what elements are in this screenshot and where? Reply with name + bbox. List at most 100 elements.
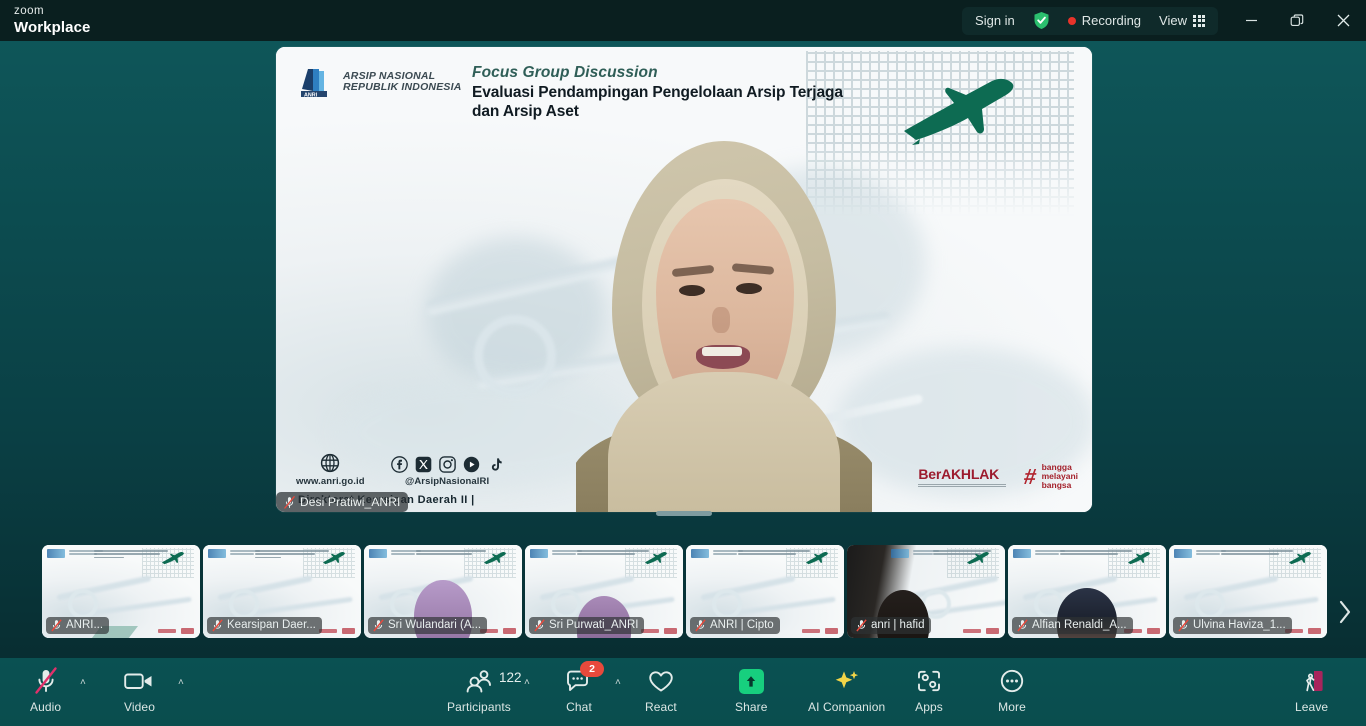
- recording-dot-icon: [1067, 16, 1076, 25]
- leave-button[interactable]: Leave: [1295, 666, 1328, 714]
- slide-website-block: www.anri.go.id: [296, 453, 365, 487]
- minimize-button[interactable]: [1228, 0, 1274, 41]
- slide-heading: Focus Group Discussion Evaluasi Pendampi…: [472, 64, 1032, 122]
- minimize-icon: [1245, 19, 1257, 22]
- thumbnail-name: Sri Wulandari (A...: [388, 619, 482, 631]
- thumbnail-tile[interactable]: Sri Purwati_ANRI: [525, 545, 683, 638]
- recording-indicator[interactable]: Recording: [1059, 9, 1150, 33]
- more-button[interactable]: More: [998, 666, 1026, 714]
- audio-button[interactable]: Audio: [30, 666, 61, 714]
- speaker-mouth: [696, 345, 750, 369]
- participants-button[interactable]: 122 Participants: [447, 666, 521, 714]
- meeting-toolbar: Audio ˄ Video ˄ 122 Participants ˄ 2 Cha…: [0, 658, 1366, 726]
- filmstrip-next-button[interactable]: [1330, 591, 1360, 633]
- bangga-melayani-bangsa-logo: # bangga melayani bangsa: [1023, 463, 1078, 490]
- svg-text:ANRI: ANRI: [304, 92, 318, 98]
- ai-companion-button[interactable]: AI Companion: [808, 666, 885, 714]
- thumbnail-name-label: Sri Purwati_ANRI: [529, 617, 645, 634]
- slide-eyebrow: Focus Group Discussion: [472, 64, 658, 81]
- mic-off-icon: [33, 666, 59, 696]
- thumbnail-name: Sri Purwati_ANRI: [549, 619, 639, 631]
- anri-logo-icon: [530, 549, 548, 558]
- thumbnail-tile[interactable]: ANRI...: [42, 545, 200, 638]
- anri-logo-icon: [208, 549, 226, 558]
- thumbnail-name: anri | hafid: [871, 619, 925, 631]
- video-options-caret[interactable]: ˄: [178, 678, 184, 688]
- anri-org-line-2: REPUBLIK INDONESIA: [343, 81, 462, 93]
- thumbnail-tile[interactable]: Alfian Renaldi_A...: [1008, 545, 1166, 638]
- apps-icon: [915, 666, 943, 696]
- view-button[interactable]: View: [1150, 9, 1214, 33]
- chat-button[interactable]: 2 Chat: [565, 661, 604, 714]
- airplane-icon: [967, 551, 989, 565]
- sparkle-icon: [833, 666, 861, 696]
- x-twitter-icon: [415, 456, 431, 473]
- thumbnail-name: Alfian Renaldi_A...: [1032, 619, 1127, 631]
- berakhlak-prefix: Ber: [918, 465, 942, 482]
- sign-in-label: Sign in: [975, 13, 1015, 28]
- mic-off-icon: [856, 618, 867, 631]
- recording-label: Recording: [1081, 13, 1142, 28]
- thumbnail-tile[interactable]: Sri Wulandari (A...: [364, 545, 522, 638]
- active-speaker-tile[interactable]: ANRI ARSIP NASIONAL REPUBLIK INDONESIA F…: [276, 47, 1092, 512]
- mic-off-icon: [695, 618, 706, 631]
- thumbnail-name-label: anri | hafid: [851, 617, 931, 634]
- video-button[interactable]: Video: [124, 666, 155, 714]
- ai-companion-label: AI Companion: [808, 700, 886, 714]
- chat-label: Chat: [566, 700, 592, 714]
- anri-logo: ANRI ARSIP NASIONAL REPUBLIK INDONESIA: [298, 65, 462, 99]
- apps-label: Apps: [915, 700, 943, 714]
- title-bar-pill: Sign in Recording View: [962, 6, 1218, 35]
- thumbnail-name: Ulvina Haviza_1...: [1193, 619, 1286, 631]
- chevron-right-icon: [1339, 600, 1351, 624]
- video-label: Video: [124, 700, 155, 714]
- share-button[interactable]: Share: [735, 666, 768, 714]
- slide-partner-logos: BerAKHLAK # bangga melayani bangsa: [918, 463, 1078, 490]
- anri-logo-icon: [891, 549, 909, 558]
- stethoscope-ring-decor: [474, 315, 556, 397]
- anri-logo-icon: ANRI: [298, 65, 336, 99]
- apps-button[interactable]: Apps: [915, 666, 943, 714]
- tiktok-icon: [491, 458, 502, 471]
- mic-off-icon: [373, 618, 384, 631]
- sign-in-button[interactable]: Sign in: [966, 9, 1024, 33]
- grid-icon: [1193, 14, 1205, 27]
- airplane-icon: [162, 551, 184, 565]
- mic-off-icon: [534, 618, 545, 631]
- thumbnail-tile[interactable]: ANRI | Cipto: [686, 545, 844, 638]
- thumbnail-tile[interactable]: Kearsipan Daer...: [203, 545, 361, 638]
- speaker-webcam-image: [576, 133, 872, 512]
- title-bar: zoom Workplace Sign in Recording View: [0, 0, 1366, 41]
- stage-resize-handle[interactable]: [656, 511, 712, 516]
- thumbnail-tile[interactable]: anri | hafid: [847, 545, 1005, 638]
- berakhlak-tagline-decor: [918, 483, 1007, 488]
- audio-options-caret[interactable]: ˄: [80, 678, 86, 688]
- airplane-icon: [1128, 551, 1150, 565]
- encryption-shield-button[interactable]: [1024, 9, 1059, 33]
- people-icon: 122: [465, 666, 521, 696]
- thumbnail-name-label: ANRI | Cipto: [690, 617, 780, 634]
- brand-workplace-text: Workplace: [14, 18, 91, 36]
- chat-options-caret[interactable]: ˄: [615, 678, 621, 688]
- zoom-workplace-logo: zoom Workplace: [0, 6, 91, 35]
- anri-logo-icon: [691, 549, 709, 558]
- close-icon: [1337, 14, 1349, 27]
- title-bar-right: Sign in Recording View: [962, 0, 1366, 41]
- globe-icon: [321, 453, 340, 473]
- facebook-icon: [390, 456, 408, 473]
- leave-door-icon: [1298, 666, 1326, 696]
- anri-logo-icon: [47, 549, 65, 558]
- active-speaker-name-label: Desi Pratiwi_ANRI: [276, 492, 409, 512]
- zoom-meeting-window: zoom Workplace Sign in Recording View AN…: [0, 0, 1366, 726]
- airplane-icon: [323, 551, 345, 565]
- thumbnail-tile[interactable]: Ulvina Haviza_1...: [1169, 545, 1327, 638]
- airplane-icon: [645, 551, 667, 565]
- close-button[interactable]: [1320, 0, 1366, 41]
- thumbnail-name: ANRI...: [66, 619, 104, 631]
- maximize-restore-button[interactable]: [1274, 0, 1320, 41]
- shield-check-icon: [1033, 11, 1050, 30]
- react-button[interactable]: React: [645, 666, 677, 714]
- mic-off-icon: [1178, 618, 1189, 631]
- heart-icon: [647, 666, 675, 696]
- participants-options-caret[interactable]: ˄: [524, 678, 530, 688]
